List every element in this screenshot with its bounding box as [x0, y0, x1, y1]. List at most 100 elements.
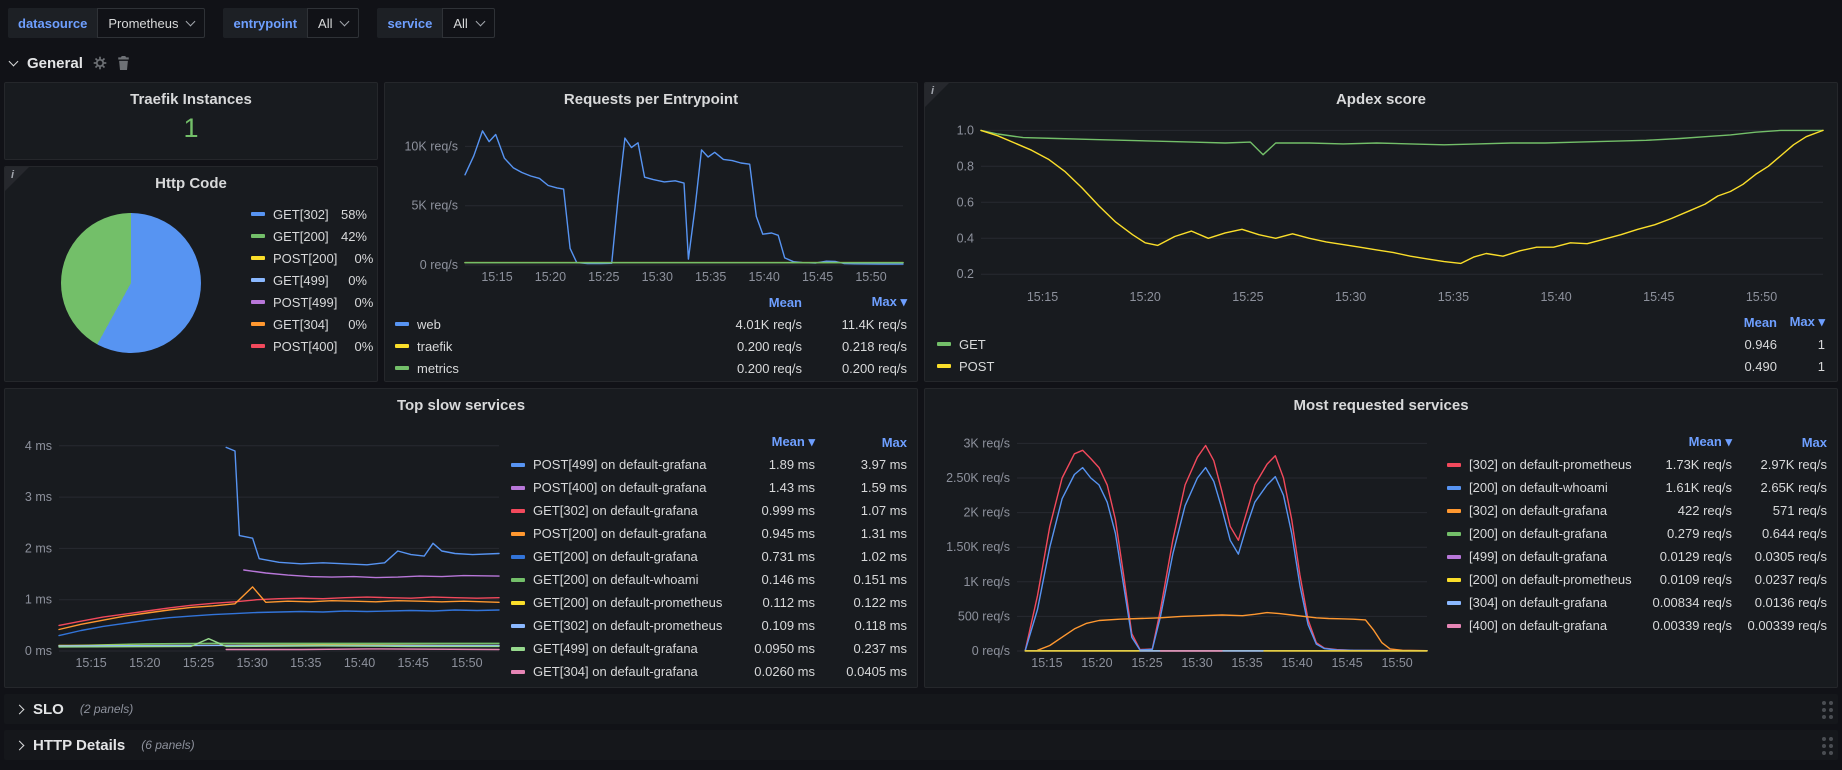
series-name[interactable]: [302] on default-grafana [1469, 503, 1632, 518]
series-mean-value: 0.999 ms [723, 503, 815, 518]
series-name[interactable]: GET [959, 337, 1705, 352]
variable-dropdown[interactable]: Prometheus [97, 8, 205, 38]
series-name[interactable]: metrics [417, 361, 687, 376]
series-max-value: 11.4K req/s [802, 317, 907, 332]
series-name[interactable]: GET[200] on default-whoami [533, 572, 723, 587]
series-name: POST[200] [273, 251, 337, 266]
panel-title[interactable]: Traefik Instances [5, 83, 377, 108]
series-name[interactable]: traefik [417, 339, 687, 354]
series-name[interactable]: web [417, 317, 687, 332]
row-drag-handle[interactable] [1822, 701, 1826, 705]
panel-http-code: i Http Code GET[302] 58% GET[200] 42% PO… [4, 166, 378, 382]
legend-item[interactable]: GET[499] 0% [251, 269, 367, 291]
legend-sort-max[interactable]: Max ▾ [1777, 314, 1825, 330]
series-max-value: 1 [1777, 337, 1825, 352]
row-header-slo[interactable]: SLO (2 panels) [4, 694, 1838, 724]
series-mean-value: 0.945 ms [723, 526, 815, 541]
panel-traefik-instances: Traefik Instances 1 [4, 82, 378, 160]
legend-row: [400] on default-grafana 0.00339 req/s 0… [1447, 614, 1827, 637]
variable-dropdown[interactable]: All [307, 8, 359, 38]
svg-text:0 ms: 0 ms [25, 644, 52, 658]
legend-row: traefik 0.200 req/s 0.218 req/s [395, 335, 907, 357]
row-title[interactable]: HTTP Details [33, 737, 125, 754]
panel-title[interactable]: Top slow services [5, 389, 917, 414]
series-mean-value: 1.61K req/s [1632, 480, 1732, 495]
series-name[interactable]: GET[304] on default-grafana [533, 664, 723, 679]
legend-item[interactable]: GET[200] 42% [251, 225, 367, 247]
series-name[interactable]: GET[200] on default-prometheus [533, 595, 723, 610]
series-name[interactable]: GET[302] on default-grafana [533, 503, 723, 518]
svg-text:15:40: 15:40 [749, 270, 780, 284]
series-name[interactable]: [499] on default-grafana [1469, 549, 1632, 564]
series-name[interactable]: [400] on default-grafana [1469, 618, 1632, 633]
series-name[interactable]: [304] on default-grafana [1469, 595, 1632, 610]
series-mean-value: 0.0109 req/s [1632, 572, 1732, 587]
series-color-swatch [1447, 578, 1461, 582]
series-name[interactable]: GET[302] on default-prometheus [533, 618, 723, 633]
panel-title[interactable]: Most requested services [925, 389, 1837, 414]
series-name[interactable]: [302] on default-prometheus [1469, 457, 1632, 472]
row-title[interactable]: SLO [33, 701, 64, 718]
series-name[interactable]: POST[400] on default-grafana [533, 480, 723, 495]
legend-header: Mean Max ▾ [937, 311, 1825, 333]
series-max-value: 0.0237 req/s [1732, 572, 1827, 587]
template-variable: entrypoint All [223, 8, 359, 38]
svg-text:15:15: 15:15 [1031, 656, 1062, 670]
panel-info-icon[interactable] [5, 167, 29, 191]
svg-text:5K req/s: 5K req/s [411, 199, 458, 213]
top-slow-chart[interactable]: 0 ms1 ms2 ms3 ms4 ms15:1515:2015:2515:30… [13, 425, 505, 673]
series-max-value: 0.122 ms [815, 595, 907, 610]
series-value: 0% [337, 295, 373, 310]
panel-title[interactable]: Apdex score [925, 83, 1837, 108]
series-name[interactable]: POST[499] on default-grafana [533, 457, 723, 472]
series-name[interactable]: POST [959, 359, 1705, 374]
row-delete-button[interactable] [117, 56, 130, 70]
row-header-http-details[interactable]: HTTP Details (6 panels) [4, 730, 1838, 760]
legend-sort-max[interactable]: Max [1732, 435, 1827, 450]
series-name[interactable]: [200] on default-whoami [1469, 480, 1632, 495]
svg-text:15:20: 15:20 [129, 656, 160, 670]
svg-text:0.4: 0.4 [957, 231, 974, 245]
row-settings-button[interactable] [93, 56, 107, 70]
svg-text:2.50K req/s: 2.50K req/s [946, 471, 1010, 485]
series-name[interactable]: POST[200] on default-grafana [533, 526, 723, 541]
legend-sort-mean[interactable]: Mean ▾ [723, 434, 815, 450]
series-name[interactable]: GET[200] on default-grafana [533, 549, 723, 564]
series-max-value: 3.97 ms [815, 457, 907, 472]
svg-text:15:30: 15:30 [1181, 656, 1212, 670]
legend-sort-mean[interactable]: Mean ▾ [1632, 434, 1732, 450]
series-name[interactable]: [200] on default-grafana [1469, 526, 1632, 541]
svg-text:15:45: 15:45 [1643, 290, 1674, 304]
series-name[interactable]: [200] on default-prometheus [1469, 572, 1632, 587]
legend-sort-mean[interactable]: Mean [1705, 315, 1777, 330]
row-header-general[interactable]: General [10, 50, 130, 76]
series-color-swatch [395, 344, 409, 348]
legend-sort-max[interactable]: Max [815, 435, 907, 450]
legend-sort-mean[interactable]: Mean [687, 295, 802, 310]
info-icon: i [931, 85, 934, 97]
legend-item[interactable]: GET[302] 58% [251, 203, 367, 225]
panel-title[interactable]: Http Code [5, 167, 377, 192]
svg-text:0 req/s: 0 req/s [420, 258, 458, 272]
variable-dropdown[interactable]: All [442, 8, 494, 38]
apdex-chart[interactable]: 0.20.40.60.81.015:1515:2015:2515:3015:35… [933, 117, 1829, 307]
series-name[interactable]: GET[499] on default-grafana [533, 641, 723, 656]
legend-sort-max[interactable]: Max ▾ [802, 294, 907, 310]
panel-info-icon[interactable] [925, 83, 949, 107]
legend-item[interactable]: GET[304] 0% [251, 313, 367, 335]
legend-item[interactable]: POST[200] 0% [251, 247, 367, 269]
row-drag-handle[interactable] [1822, 737, 1826, 741]
legend-row: [200] on default-grafana 0.279 req/s 0.6… [1447, 522, 1827, 545]
most-requested-legend: Mean ▾ Max [302] on default-prometheus 1… [1447, 431, 1827, 637]
http-code-pie-chart[interactable] [61, 213, 201, 353]
legend-row: [304] on default-grafana 0.00834 req/s 0… [1447, 591, 1827, 614]
legend-item[interactable]: POST[400] 0% [251, 335, 367, 357]
legend-row: web 4.01K req/s 11.4K req/s [395, 313, 907, 335]
row-title[interactable]: General [27, 55, 83, 72]
legend-header: Mean ▾ Max [1447, 431, 1827, 453]
requests-chart[interactable]: 0 req/s5K req/s10K req/s15:1515:2015:251… [393, 117, 909, 287]
chevron-right-icon [15, 740, 25, 750]
panel-title[interactable]: Requests per Entrypoint [385, 83, 917, 108]
most-requested-chart[interactable]: 0 req/s500 req/s1K req/s1.50K req/s2K re… [933, 425, 1433, 673]
legend-item[interactable]: POST[499] 0% [251, 291, 367, 313]
